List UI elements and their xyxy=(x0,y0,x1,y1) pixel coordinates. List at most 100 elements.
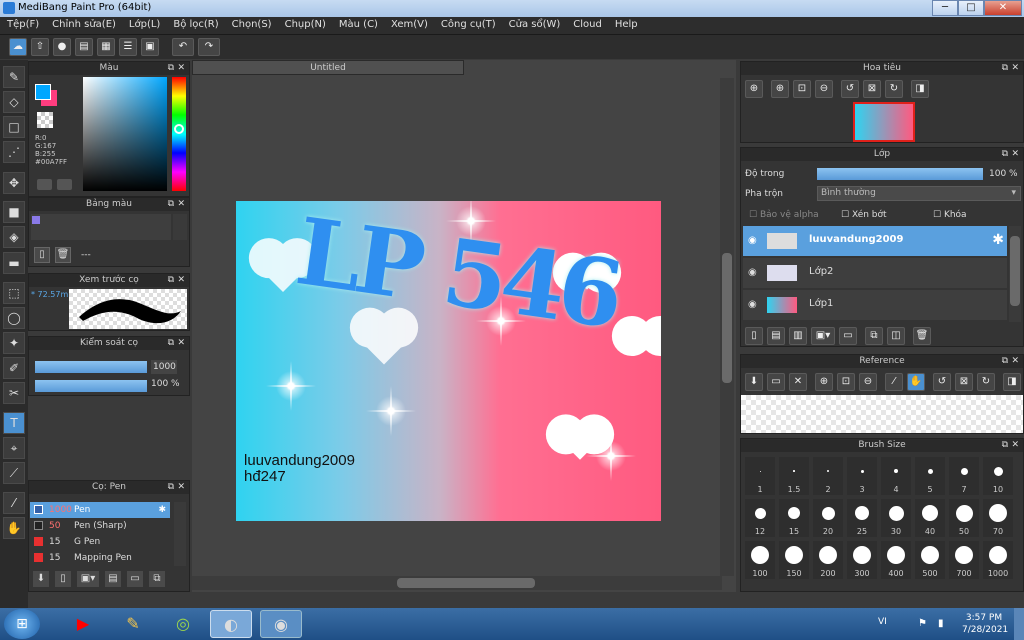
detach-icon[interactable]: ⧉ xyxy=(168,337,174,350)
fit-icon[interactable]: ⊡ xyxy=(837,373,855,391)
reset-rotate-icon[interactable]: ⊠ xyxy=(863,80,881,98)
navigator-thumbnail[interactable] xyxy=(853,102,915,142)
brush-size-option[interactable]: 7 xyxy=(949,457,979,495)
layer-row[interactable]: ◉ luuvandung2009 ✱ xyxy=(743,226,1007,256)
brush-size-option[interactable]: 15 xyxy=(779,499,809,537)
brush-size-option[interactable]: 300 xyxy=(847,541,877,579)
select-rect-icon[interactable]: ⬚ xyxy=(3,282,25,304)
flag-icon[interactable]: ⚑ xyxy=(918,618,927,629)
clock[interactable]: 3:57 PM 7/28/2021 xyxy=(962,612,1008,636)
rotate-left-icon[interactable]: ↺ xyxy=(933,373,951,391)
palette-scrollbar[interactable] xyxy=(173,214,187,240)
close-icon[interactable]: ✕ xyxy=(177,481,185,494)
trash-icon[interactable]: 🗑 xyxy=(913,327,931,345)
hand-icon[interactable]: ✋ xyxy=(907,373,925,391)
main-color-swatch[interactable] xyxy=(35,84,51,100)
brush-size-option[interactable]: 70 xyxy=(983,499,1013,537)
language-indicator[interactable]: VI xyxy=(878,617,887,627)
menu-cloud[interactable]: Cloud xyxy=(566,17,608,30)
brush-size-option[interactable]: 3 xyxy=(847,457,877,495)
close-icon[interactable]: ✕ xyxy=(177,274,185,287)
select-eraser-icon[interactable]: ✂ xyxy=(3,382,25,404)
gear-icon[interactable]: ✱ xyxy=(158,502,166,518)
brush-size-option[interactable]: 100 xyxy=(745,541,775,579)
menu-edit[interactable]: Chỉnh sửa(E) xyxy=(45,17,122,30)
detach-icon[interactable]: ⧉ xyxy=(168,274,174,287)
new-layer2-icon[interactable]: ▤ xyxy=(767,327,785,345)
zoom-out-icon[interactable]: ⊖ xyxy=(815,80,833,98)
lasso-icon[interactable]: ◯ xyxy=(3,307,25,329)
brush-size-slider[interactable] xyxy=(35,361,147,373)
add-layer-menu-icon[interactable]: ▣▾ xyxy=(811,327,835,345)
detach-icon[interactable]: ⧉ xyxy=(168,198,174,211)
cloud-download-icon[interactable]: ⬇ xyxy=(745,373,763,391)
trash-icon[interactable]: 🗑 xyxy=(55,247,71,263)
eraser-tool-icon[interactable]: ◇ xyxy=(3,91,25,113)
cloud-download-icon[interactable]: ⬇ xyxy=(33,571,49,587)
network-icon[interactable]: ▮ xyxy=(938,618,944,629)
grid-icon[interactable]: ▣ xyxy=(141,38,159,56)
color-option2-icon[interactable] xyxy=(57,179,72,190)
close-icon[interactable]: ✕ xyxy=(1011,148,1019,161)
brush-size-option[interactable]: 400 xyxy=(881,541,911,579)
duplicate-icon[interactable]: ⧉ xyxy=(865,327,883,345)
brush-item[interactable]: 50 Pen (Sharp) xyxy=(30,518,170,534)
menu-layer[interactable]: Lớp(L) xyxy=(122,17,166,30)
brush-size-option[interactable]: 5 xyxy=(915,457,945,495)
zoom-in-icon[interactable]: ⊕ xyxy=(815,373,833,391)
operation-tool-icon[interactable]: ⌖ xyxy=(3,437,25,459)
vertical-scrollbar[interactable] xyxy=(720,78,734,576)
brush-size-option[interactable]: 500 xyxy=(915,541,945,579)
brush-size-option[interactable]: 200 xyxy=(813,541,843,579)
flip-icon[interactable]: ◨ xyxy=(911,80,929,98)
brush-settings-icon[interactable]: ▤ xyxy=(105,571,121,587)
eye-icon[interactable]: ◉ xyxy=(748,235,757,246)
merge-icon[interactable]: ◫ xyxy=(887,327,905,345)
layer-row[interactable]: ◉ Lớp2 xyxy=(743,258,1007,288)
menu-capture[interactable]: Chụp(N) xyxy=(278,17,332,30)
reference-canvas[interactable] xyxy=(741,395,1023,433)
brush-item[interactable]: 1000 Pen ✱ xyxy=(30,502,170,518)
rotate-right-icon[interactable]: ↻ xyxy=(885,80,903,98)
reset-rotate-icon[interactable]: ⊠ xyxy=(955,373,973,391)
brush-size-option[interactable]: 700 xyxy=(949,541,979,579)
close-icon[interactable]: ✕ xyxy=(177,62,185,75)
folder-icon[interactable]: ▭ xyxy=(839,327,857,345)
cloud-icon[interactable]: ☁ xyxy=(9,38,27,56)
detach-icon[interactable]: ⧉ xyxy=(168,62,174,75)
brush-size-value[interactable]: 1000 xyxy=(151,360,177,374)
transparent-swatch[interactable] xyxy=(37,112,53,128)
hue-handle[interactable] xyxy=(174,124,184,134)
minimize-button[interactable]: ─ xyxy=(932,0,958,16)
upload-icon[interactable]: ⇧ xyxy=(31,38,49,56)
start-button[interactable]: ⊞ xyxy=(4,609,40,639)
close-icon[interactable]: ✕ xyxy=(1011,439,1019,452)
detach-icon[interactable]: ⧉ xyxy=(1002,148,1008,161)
brush-size-option[interactable]: 12 xyxy=(745,499,775,537)
fit-icon[interactable]: ⊡ xyxy=(793,80,811,98)
brush-size-option[interactable]: 20 xyxy=(813,499,843,537)
comment-icon[interactable]: ▤ xyxy=(75,38,93,56)
eye-icon[interactable]: ◉ xyxy=(748,299,757,310)
folder-open-icon[interactable]: ▭ xyxy=(767,373,785,391)
paint-icon[interactable]: ✎ xyxy=(112,610,154,638)
detach-icon[interactable]: ⧉ xyxy=(1002,355,1008,368)
palette-area[interactable] xyxy=(31,214,171,240)
brush-size-option[interactable]: 10 xyxy=(983,457,1013,495)
clip-checkbox[interactable]: ☐ Xén bớt xyxy=(841,210,887,220)
close-button[interactable]: ✕ xyxy=(984,0,1022,16)
brush-size-option[interactable]: 150 xyxy=(779,541,809,579)
fill-rect-tool-icon[interactable]: ■ xyxy=(3,201,25,223)
brush-size-option[interactable]: 1000 xyxy=(983,541,1013,579)
menu-select[interactable]: Chọn(S) xyxy=(225,17,278,30)
new-palette-icon[interactable]: ▯ xyxy=(34,247,50,263)
detach-icon[interactable]: ⧉ xyxy=(1002,62,1008,75)
rotate-right-icon[interactable]: ↻ xyxy=(977,373,995,391)
brush-size-option[interactable]: 1.5 xyxy=(779,457,809,495)
brush-item[interactable]: 15 Mapping Pen xyxy=(30,550,170,566)
text-tool-icon[interactable]: T xyxy=(3,412,25,434)
app-icon[interactable]: ◎ xyxy=(162,610,204,638)
select-pen-icon[interactable]: ✐ xyxy=(3,357,25,379)
brush-tool-icon[interactable]: ✎ xyxy=(3,66,25,88)
document-icon[interactable]: ▦ xyxy=(97,38,115,56)
